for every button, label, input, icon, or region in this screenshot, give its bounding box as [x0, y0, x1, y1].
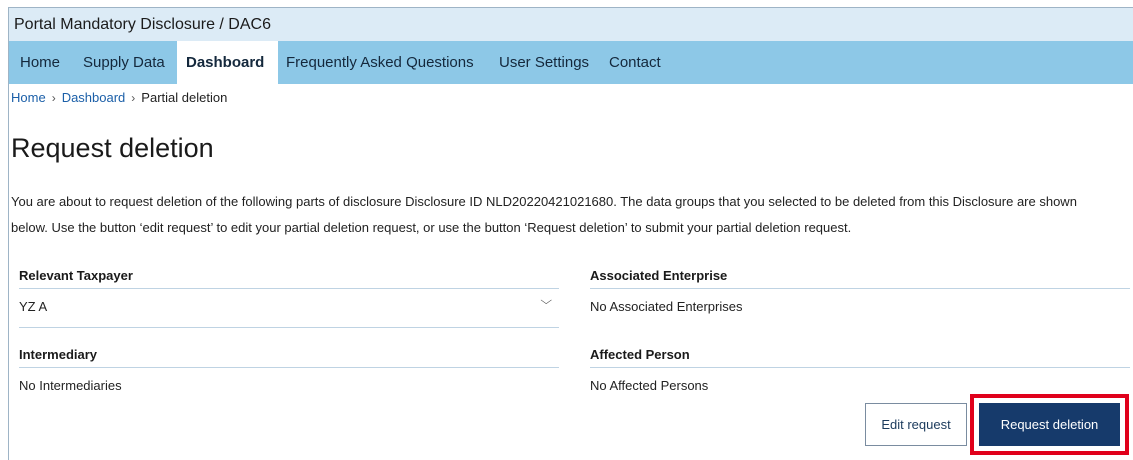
divider	[590, 367, 1130, 368]
divider	[19, 288, 559, 289]
divider	[19, 367, 559, 368]
main-nav: Home Supply Data Dashboard Frequently As…	[9, 41, 1133, 84]
intro-text: You are about to request deletion of the…	[11, 194, 1077, 235]
affected-person-value: No Affected Persons	[590, 378, 709, 393]
breadcrumb-separator: ›	[131, 91, 136, 105]
relevant-taxpayer-value[interactable]: YZ A	[19, 299, 47, 314]
breadcrumb-separator: ›	[51, 91, 56, 105]
edit-request-button[interactable]: Edit request	[865, 403, 967, 446]
nav-user-settings[interactable]: User Settings	[499, 41, 589, 84]
breadcrumb-current: Partial deletion	[141, 90, 228, 105]
breadcrumb: Home › Dashboard › Partial deletion	[11, 90, 227, 105]
divider	[590, 288, 1130, 289]
relevant-taxpayer-heading: Relevant Taxpayer	[19, 268, 133, 283]
associated-enterprise-value: No Associated Enterprises	[590, 299, 743, 314]
chevron-down-icon[interactable]: ⌵	[540, 295, 552, 308]
breadcrumb-home[interactable]: Home	[11, 90, 46, 105]
nav-home[interactable]: Home	[20, 41, 60, 84]
request-deletion-button[interactable]: Request deletion	[979, 403, 1120, 446]
nav-faq[interactable]: Frequently Asked Questions	[286, 41, 474, 84]
divider	[19, 327, 559, 328]
nav-contact[interactable]: Contact	[609, 41, 661, 84]
intermediary-heading: Intermediary	[19, 347, 98, 362]
affected-person-heading: Affected Person	[590, 347, 690, 362]
breadcrumb-dashboard[interactable]: Dashboard	[62, 90, 126, 105]
page-title: Request deletion	[11, 133, 214, 163]
app-title: Portal Mandatory Disclosure / DAC6	[9, 8, 1133, 41]
intermediary-value: No Intermediaries	[19, 378, 122, 393]
associated-enterprise-heading: Associated Enterprise	[590, 268, 728, 283]
nav-supply-data[interactable]: Supply Data	[83, 41, 165, 84]
nav-dashboard[interactable]: Dashboard	[177, 41, 278, 84]
